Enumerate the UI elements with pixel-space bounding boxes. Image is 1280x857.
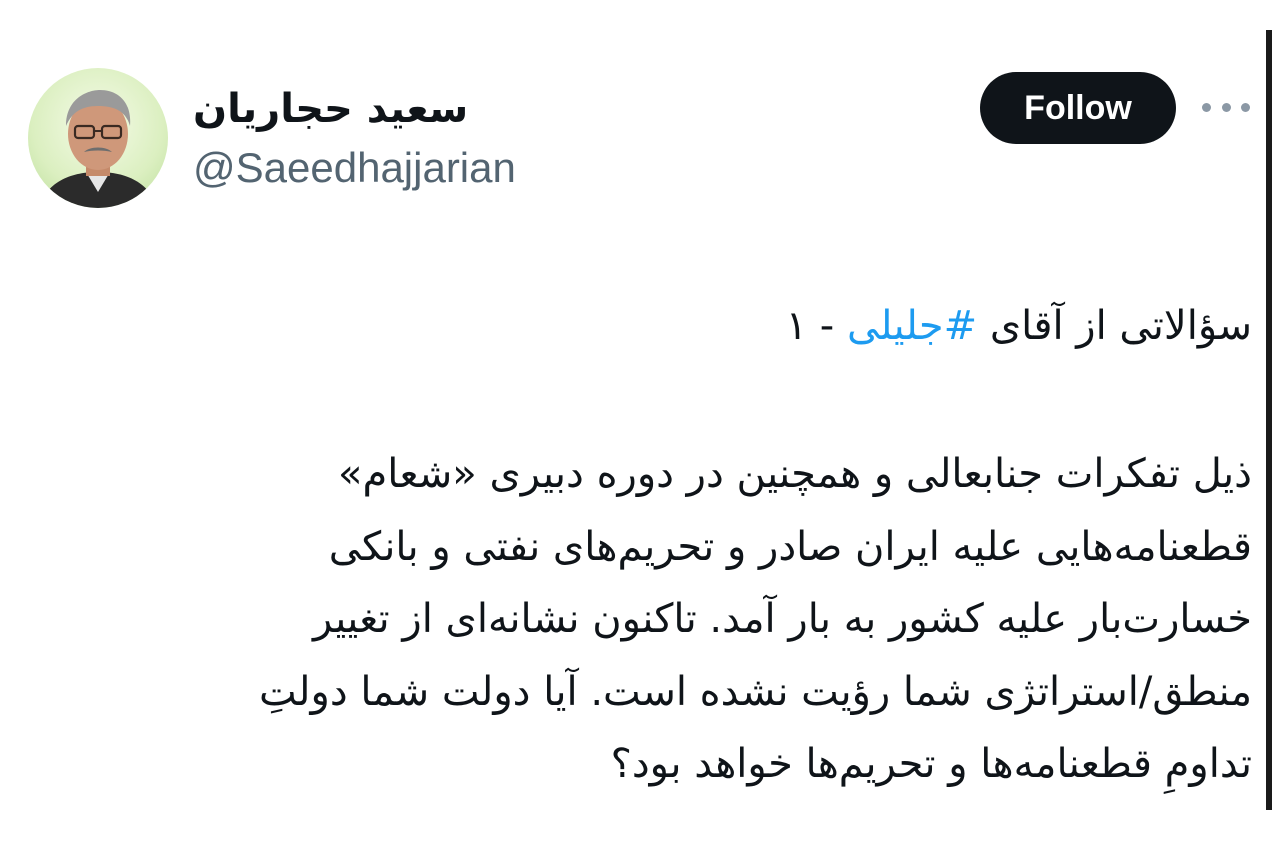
screen-edge-divider: [1266, 30, 1272, 810]
tweet-line: خسارت‌بار علیه کشور به بار آمد. تاکنون ن…: [313, 596, 1252, 642]
dot: [1202, 102, 1211, 112]
tweet-line: قطعنامه‌هایی علیه ایران صادر و تحریم‌های…: [328, 523, 1252, 570]
tweet-line: منطق/استراتژی شما رؤیت نشده است. آیا دول…: [259, 668, 1252, 715]
profile-photo-icon: [38, 90, 158, 208]
avatar[interactable]: [28, 68, 168, 208]
tweet-line: تداومِ قطعنامه‌ها و تحریم‌ها خواهد بود؟: [610, 741, 1252, 787]
tweet-line: ذیل تفکرات جنابعالی و همچنین در دوره دبی…: [338, 451, 1252, 497]
dot: [1221, 102, 1231, 112]
title-prefix: سؤالاتی از آقای: [977, 303, 1252, 349]
title-suffix: - ۱: [785, 303, 847, 349]
tweet-title: سؤالاتی از آقای #جلیلی - ۱: [786, 292, 1252, 360]
more-options-icon[interactable]: [1202, 96, 1250, 118]
dot: [1241, 102, 1250, 112]
author-handle[interactable]: @Saeedhajjarian: [193, 142, 516, 194]
hashtag-link[interactable]: #جلیلی: [847, 303, 977, 349]
author-display-name[interactable]: سعید حجاریان: [193, 84, 468, 134]
tweet-body: ذیل تفکرات جنابعالی و همچنین در دوره دبی…: [27, 438, 1252, 801]
follow-button[interactable]: Follow: [980, 72, 1176, 144]
